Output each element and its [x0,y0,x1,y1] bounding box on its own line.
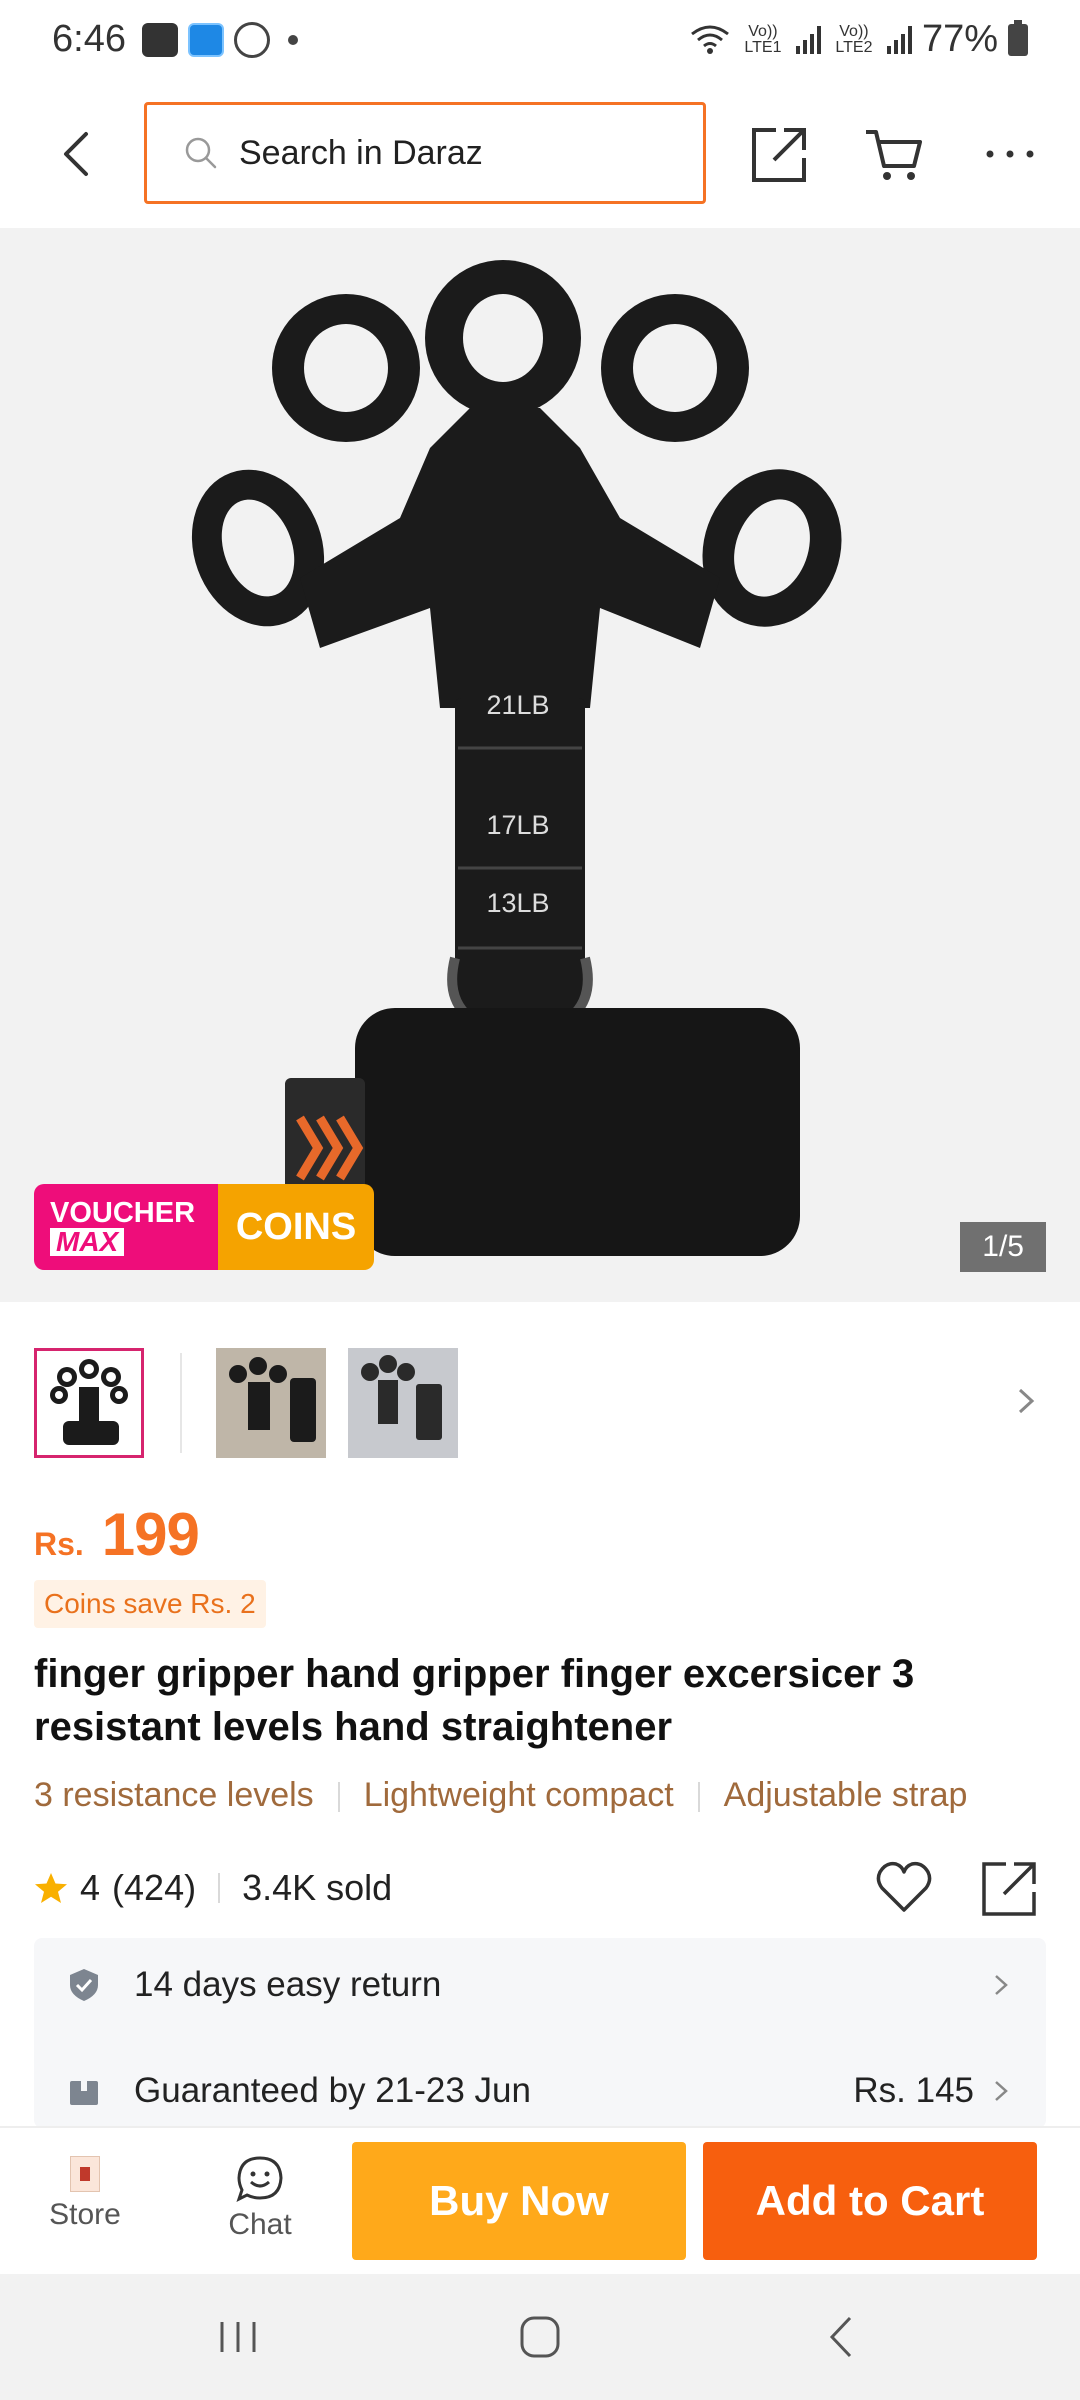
chevron-right-icon [995,1975,1008,1995]
chat-label: Chat [228,2208,292,2241]
voucher-max-coins-badge[interactable]: VOUCHER MAX COINS [34,1184,374,1270]
product-image: 21LB 17LB 13LB [191,260,842,1256]
chat-button[interactable]: Chat [200,2154,320,2242]
share-product-icon[interactable] [980,1858,1040,1918]
delivery-fee: Rs. 145 [853,2071,974,2110]
rating-value[interactable]: 4 [80,1867,100,1909]
delivery-row[interactable]: Guaranteed by 21-23 Jun Rs. 145 [34,2056,1046,2126]
rating-row: 4 (424) 3.4K sold [34,1858,1046,1918]
store-label: Store [49,2198,121,2231]
easy-return-row[interactable]: 14 days easy return [34,1950,1046,2020]
thumbnail-1[interactable] [34,1348,144,1458]
chevron-right-icon [995,2081,1008,2101]
thumbnail-strip [34,1346,1046,1460]
price-value: 199 [101,1501,200,1568]
share-icon[interactable] [748,122,812,186]
highlight-item: Adjustable strap [723,1776,968,1814]
more-options-icon[interactable] [978,122,1042,186]
recent-apps-icon[interactable] [208,2312,268,2362]
wishlist-heart-icon[interactable] [874,1858,934,1918]
product-image-carousel[interactable]: 21LB 17LB 13LB VOUCHER MAX COINS 1/5 [0,228,1080,1302]
status-bar: 6:46 Vo)) LTE1 Vo)) LTE2 77% [0,0,1080,82]
gallery-notification-icon [142,23,178,57]
product-title: finger gripper hand gripper finger excer… [34,1652,915,1749]
search-input[interactable]: Search in Daraz [144,102,706,204]
add-to-cart-button[interactable]: Add to Cart [703,2142,1037,2260]
image-counter: 1/5 [960,1222,1046,1272]
price-currency: Rs. [34,1526,84,1562]
signal1-icon [795,25,821,54]
chat-bubble-icon [236,2156,283,2202]
signal2-icon [886,25,912,54]
search-icon [185,137,217,169]
strap-label-21lb: 21LB [486,690,549,720]
voucher-max-label: MAX [50,1228,125,1256]
store-logo-icon [70,2156,100,2192]
product-highlights: 3 resistance levels Lightweight compact Ad… [34,1776,1080,1826]
bottom-action-bar: Store Chat Buy Now Add to Cart [0,2126,1080,2274]
more-notifications-dot-icon [288,35,298,45]
star-icon [35,1873,67,1903]
buy-now-button[interactable]: Buy Now [352,2142,686,2260]
sim1-label: Vo)) LTE1 [744,22,782,56]
thumbnail-2[interactable] [216,1348,326,1458]
media-notification-icon [234,22,270,58]
delivery-box-icon [70,2081,98,2105]
strap-label-17lb: 17LB [486,810,549,840]
shield-check-icon [70,1969,98,2001]
cart-icon[interactable] [862,122,926,186]
delivery-text: Guaranteed by 21-23 Jun [134,2071,531,2110]
wifi-icon [691,25,729,54]
top-header: Search in Daraz [0,82,1080,228]
status-right: Vo)) LTE1 Vo)) LTE2 77% [690,18,1028,61]
easy-return-text: 14 days easy return [134,1965,442,2004]
review-count[interactable]: (424) [112,1867,196,1909]
strap-label-13lb: 13LB [486,888,549,918]
coins-label: COINS [218,1184,374,1270]
app-notification-icon [188,23,224,57]
thumbnail-divider [180,1353,182,1453]
voucher-label: VOUCHER [50,1197,196,1229]
battery-icon [1008,19,1028,56]
highlight-item: 3 resistance levels [34,1776,314,1814]
search-placeholder: Search in Daraz [239,133,483,172]
thumbnail-3[interactable] [348,1348,458,1458]
notification-icons [142,22,298,58]
store-button[interactable]: Store [30,2156,140,2232]
highlight-item: Lightweight compact [363,1776,674,1814]
sim2-label: Vo)) LTE2 [835,22,873,56]
status-time: 6:46 [52,18,126,60]
home-icon[interactable] [510,2312,570,2362]
service-panel: 14 days easy return Guaranteed by 21-23 … [34,1938,1046,2128]
battery-percent: 77% [921,18,998,60]
back-arrow-icon[interactable] [48,124,108,184]
price-row: Rs. 199 [34,1500,200,1569]
system-nav-bar [0,2274,1080,2400]
back-nav-icon[interactable] [812,2312,872,2362]
chevron-right-icon[interactable] [1006,1376,1046,1426]
sold-count: 3.4K sold [242,1867,393,1908]
coins-save-badge: Coins save Rs. 2 [34,1580,266,1628]
